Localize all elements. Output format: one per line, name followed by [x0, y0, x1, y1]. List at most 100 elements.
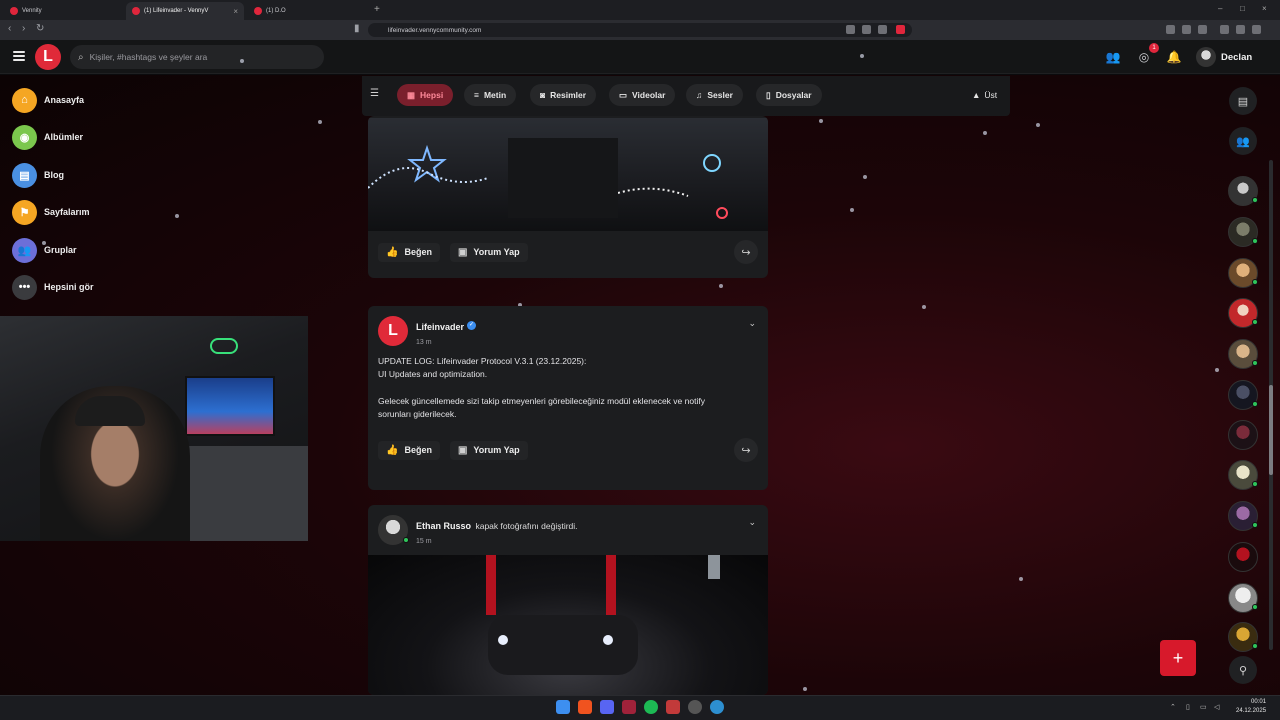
sidebar-item-see-all[interactable]: ••• Hepsini gör [12, 274, 94, 300]
contact-avatar[interactable] [1228, 622, 1258, 652]
comment-button[interactable]: ▣ Yorum Yap [449, 242, 528, 262]
comment-icon: ▣ [457, 246, 468, 258]
spotify-icon[interactable] [644, 700, 658, 714]
author-name[interactable]: Ethan Russo [416, 521, 471, 531]
contact-avatar[interactable] [1228, 583, 1258, 613]
filter-settings-icon[interactable]: ☰ [370, 88, 379, 99]
sidebar-item-blog[interactable]: ▤ Blog [12, 162, 64, 188]
browser-tab[interactable]: (1) D.O [248, 2, 366, 20]
bookmark-icon[interactable]: ▮ [354, 23, 360, 34]
browser-tab-active[interactable]: (1) Lifeinvader - VennyV × [126, 2, 244, 20]
feed-post-card: L Lifeinvader ✓ 13 m ⌄ UPDATE LOG: Lifein… [368, 306, 768, 490]
media-icon[interactable] [1236, 25, 1245, 34]
like-button[interactable]: 👍 Beğen [378, 242, 440, 262]
filter-text-button[interactable]: ≡ Metin [464, 84, 517, 106]
extension-icon[interactable] [1182, 25, 1191, 34]
share-icon[interactable]: ↪ [734, 240, 758, 264]
browser-tab[interactable]: Vennity [4, 2, 122, 20]
volume-icon[interactable]: ◁ [1214, 703, 1219, 711]
hamburger-menu-icon[interactable] [13, 51, 25, 61]
more-icon: ••• [12, 274, 37, 300]
contacts-icon[interactable]: 👥 [1229, 127, 1257, 155]
minimize-icon[interactable]: – [1218, 4, 1222, 13]
search-input[interactable] [89, 52, 310, 62]
bell-icon[interactable]: 🔔 [1165, 48, 1183, 66]
contact-avatar[interactable] [1228, 298, 1258, 328]
app-icon[interactable] [710, 700, 724, 714]
friends-icon[interactable]: 👥 [1104, 48, 1122, 66]
download-icon[interactable] [1220, 25, 1229, 34]
chat-icon[interactable]: ▤ [1229, 87, 1257, 115]
back-icon[interactable]: ‹ [8, 23, 11, 34]
maximize-icon[interactable]: □ [1240, 4, 1245, 13]
filter-images-button[interactable]: ◙ Resimler [530, 84, 597, 106]
contact-avatar[interactable] [1228, 460, 1258, 490]
menu-icon[interactable] [1252, 25, 1261, 34]
webcam-overlay [0, 316, 308, 541]
tray-chevron-icon[interactable]: ⌃ [1170, 703, 1176, 711]
app-icon[interactable] [666, 700, 680, 714]
create-post-button[interactable]: + [1160, 640, 1196, 676]
post-options-chevron-icon[interactable]: ⌄ [748, 517, 756, 528]
share-page-icon[interactable] [878, 25, 887, 34]
address-bar[interactable]: lifeinvader.vennycommunity.com [368, 23, 912, 37]
cover-photo-image[interactable] [368, 555, 768, 695]
search-bar[interactable]: ⌕ [70, 45, 324, 69]
sidebar-item-albums[interactable]: ◉ Albümler [12, 124, 83, 150]
tray-icon[interactable]: ▯ [1186, 703, 1190, 711]
post-time[interactable]: 13 m [416, 339, 476, 346]
comment-button[interactable]: ▣ Yorum Yap [449, 440, 528, 460]
contact-avatar[interactable] [1228, 176, 1258, 206]
extension-icon[interactable] [1166, 25, 1175, 34]
new-tab-icon[interactable]: + [374, 4, 380, 15]
sidebar-item-groups[interactable]: 👥 Gruplar [12, 237, 77, 263]
scrollbar-thumb[interactable] [1269, 385, 1273, 475]
author-avatar[interactable]: L [378, 316, 408, 346]
discord-icon[interactable] [600, 700, 614, 714]
translate-icon[interactable] [846, 25, 855, 34]
contact-avatar[interactable] [1228, 258, 1258, 288]
brave-shield-icon[interactable] [896, 25, 905, 34]
start-icon[interactable] [556, 700, 570, 714]
extension-icon[interactable] [1198, 25, 1207, 34]
close-tab-icon[interactable]: × [233, 7, 238, 16]
app-icon[interactable] [688, 700, 702, 714]
post-options-chevron-icon[interactable]: ⌄ [748, 318, 756, 329]
contact-avatar[interactable] [1228, 420, 1258, 450]
contact-avatar[interactable] [1228, 339, 1258, 369]
lifeinvader-logo[interactable]: L [35, 44, 61, 70]
author-avatar[interactable] [378, 515, 409, 545]
online-indicator [1252, 238, 1258, 244]
filter-label: Hepsi [420, 90, 444, 100]
taskbar-clock[interactable]: 00:01 24.12.2025 [1236, 698, 1266, 716]
like-button[interactable]: 👍 Beğen [378, 440, 440, 460]
author-name[interactable]: Lifeinvader [416, 322, 464, 332]
thumbs-up-icon: 👍 [386, 246, 399, 258]
share-icon[interactable]: ↪ [734, 438, 758, 462]
find-people-icon[interactable]: ⚲ [1229, 656, 1257, 684]
contact-avatar[interactable] [1228, 501, 1258, 531]
brave-browser-icon[interactable] [578, 700, 592, 714]
contact-avatar[interactable] [1228, 217, 1258, 247]
contact-avatar[interactable] [1228, 542, 1258, 572]
filter-all-button[interactable]: ▦ Hepsi [397, 84, 454, 106]
avatar[interactable] [1196, 47, 1216, 67]
post-image[interactable] [368, 118, 768, 231]
filter-sounds-button[interactable]: ♫ Sesler [686, 84, 743, 106]
scroll-top-button[interactable]: ▲ Üst [972, 90, 997, 100]
filter-videos-button[interactable]: ▭ Videolar [609, 84, 676, 106]
like-label: Beğen [404, 445, 432, 455]
forward-icon[interactable]: › [22, 23, 25, 34]
post-time[interactable]: 15 m [416, 538, 578, 545]
user-name[interactable]: Declan [1221, 52, 1252, 63]
close-window-icon[interactable]: × [1262, 4, 1267, 13]
filter-files-button[interactable]: ▯ Dosyalar [756, 84, 822, 106]
app-icon[interactable] [622, 700, 636, 714]
network-icon[interactable]: ▭ [1200, 703, 1207, 711]
reload-icon[interactable]: ↻ [36, 23, 44, 34]
zoom-icon[interactable] [862, 25, 871, 34]
contact-avatar[interactable] [1228, 380, 1258, 410]
sidebar-item-pages[interactable]: ⚑ Sayfalarım [12, 199, 90, 225]
sidebar-item-home[interactable]: ⌂ Anasayfa [12, 87, 84, 113]
tab-title: Vennity [22, 8, 42, 14]
